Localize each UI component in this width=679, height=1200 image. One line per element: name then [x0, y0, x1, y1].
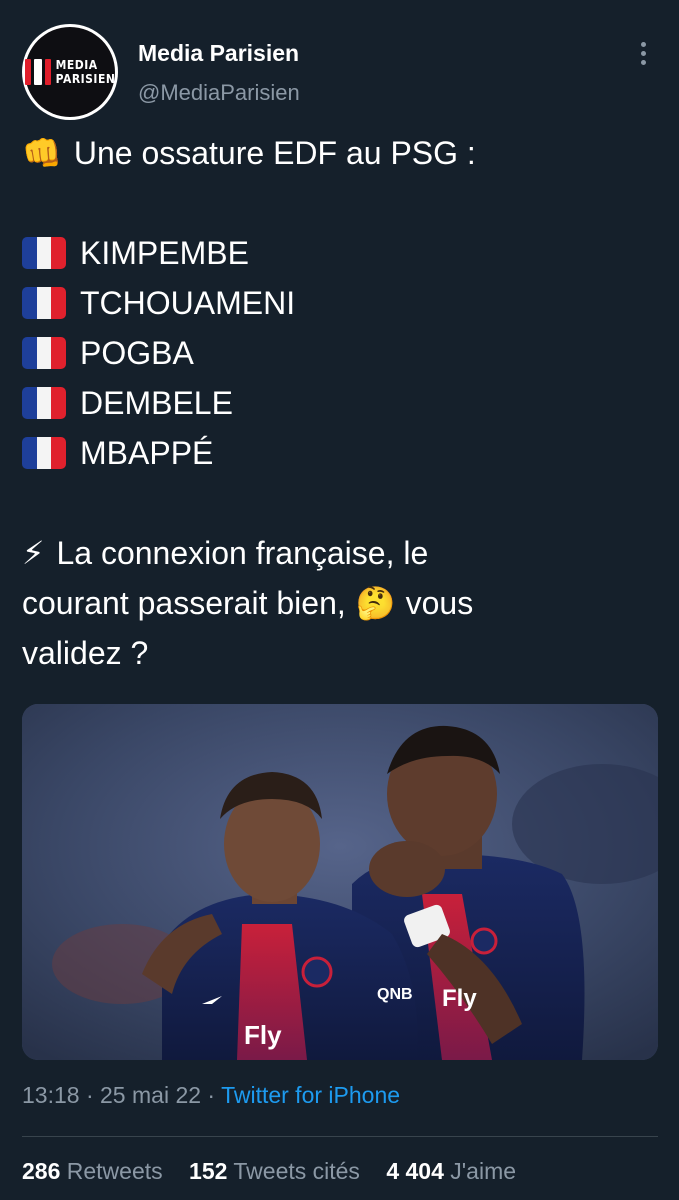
logo-text-line1: MEDIA — [55, 58, 98, 72]
more-options-icon[interactable] — [630, 40, 656, 66]
tweet-photo[interactable]: Fly Fly QNB — [22, 704, 658, 1060]
avatar-logo: MEDIA PARISIEN — [24, 27, 116, 117]
more-dot — [640, 59, 646, 65]
france-flag-icon — [22, 437, 66, 469]
club-crest-icon-2 — [470, 927, 498, 955]
meta-separator: · — [79, 1082, 101, 1108]
meta-separator-2: · — [201, 1082, 222, 1108]
player-line: DEMBELE — [22, 378, 662, 428]
tweet-stats: 286 Retweets 152 Tweets cités 4 404 J'ai… — [22, 1158, 536, 1185]
likes-count: 4 404 — [386, 1158, 444, 1184]
jersey-sponsor-right: Fly — [442, 985, 477, 1012]
quotes-count: 152 — [189, 1158, 228, 1184]
thinking-emoji-icon: 🤔 — [355, 585, 396, 621]
player-name: KIMPEMBE — [80, 235, 249, 271]
likes-label: J'aime — [450, 1158, 517, 1184]
france-flag-icon — [22, 237, 66, 269]
more-dot — [640, 50, 646, 56]
tweet-date[interactable]: 25 mai 22 — [100, 1082, 201, 1108]
logo-text: MEDIA PARISIEN — [56, 58, 116, 86]
lightning-emoji-icon: ⚡ — [22, 535, 45, 571]
player-line: MBAPPÉ — [22, 428, 662, 478]
divider — [22, 1136, 658, 1137]
user-handle[interactable]: @MediaParisien — [138, 80, 300, 106]
tweet-closing-line3: validez ? — [22, 628, 662, 678]
player-name: DEMBELE — [80, 385, 233, 421]
more-dot — [640, 41, 646, 47]
retweets-count: 286 — [22, 1158, 61, 1184]
closing-text-2a: courant passerait bien, — [22, 585, 346, 621]
tweet-closing-line1: ⚡ La connexion française, le — [22, 528, 662, 578]
tweet-page: MEDIA PARISIEN Media Parisien @MediaPari… — [0, 0, 679, 1200]
fist-emoji-icon: 👊 — [22, 135, 62, 171]
logo-text-line2: PARISIEN — [55, 72, 116, 86]
france-flag-icon — [22, 387, 66, 419]
display-name[interactable]: Media Parisien — [138, 40, 299, 67]
logo-bar-red-2 — [44, 59, 51, 85]
tweet-intro-line: 👊 Une ossature EDF au PSG : — [22, 128, 662, 178]
tweet-time[interactable]: 13:18 — [22, 1082, 80, 1108]
jersey-sponsor-left: Fly — [244, 1020, 282, 1050]
player-line: KIMPEMBE — [22, 228, 662, 278]
logo-bar-red — [24, 59, 31, 85]
quotes-label: Tweets cités — [233, 1158, 360, 1184]
france-flag-icon — [22, 337, 66, 369]
tweet-intro: Une ossature EDF au PSG : — [73, 135, 476, 171]
logo-flag-icon — [24, 59, 51, 85]
player-name: MBAPPÉ — [80, 435, 214, 471]
closing-text-3: validez ? — [22, 635, 149, 671]
quotes-stat[interactable]: 152 Tweets cités — [189, 1158, 360, 1184]
likes-stat[interactable]: 4 404 J'aime — [386, 1158, 516, 1184]
player-line: POGBA — [22, 328, 662, 378]
retweets-stat[interactable]: 286 Retweets — [22, 1158, 163, 1184]
player-line: TCHOUAMENI — [22, 278, 662, 328]
photo-illustration: Fly Fly QNB — [22, 704, 658, 1060]
club-crest-icon — [301, 956, 333, 988]
avatar[interactable]: MEDIA PARISIEN — [22, 24, 118, 120]
player-name: TCHOUAMENI — [80, 285, 296, 321]
tweet-meta: 13:18 · 25 mai 22 · Twitter for iPhone — [22, 1082, 400, 1109]
tweet-closing-line2: courant passerait bien, 🤔 vous — [22, 578, 662, 628]
france-flag-icon — [22, 287, 66, 319]
closing-text-1: La connexion française, le — [56, 535, 429, 571]
closing-text-2b: vous — [405, 585, 474, 621]
retweets-label: Retweets — [66, 1158, 163, 1184]
tweet-text: 👊 Une ossature EDF au PSG : KIMPEMBE TCHO… — [22, 128, 662, 678]
logo-bar-white — [33, 59, 42, 85]
player-name: POGBA — [80, 335, 194, 371]
tweet-source-link[interactable]: Twitter for iPhone — [221, 1082, 400, 1108]
sleeve-sponsor: QNB — [377, 986, 413, 1003]
player-list: KIMPEMBE TCHOUAMENI POGBA DEMBELE MBAPPÉ — [22, 228, 662, 478]
